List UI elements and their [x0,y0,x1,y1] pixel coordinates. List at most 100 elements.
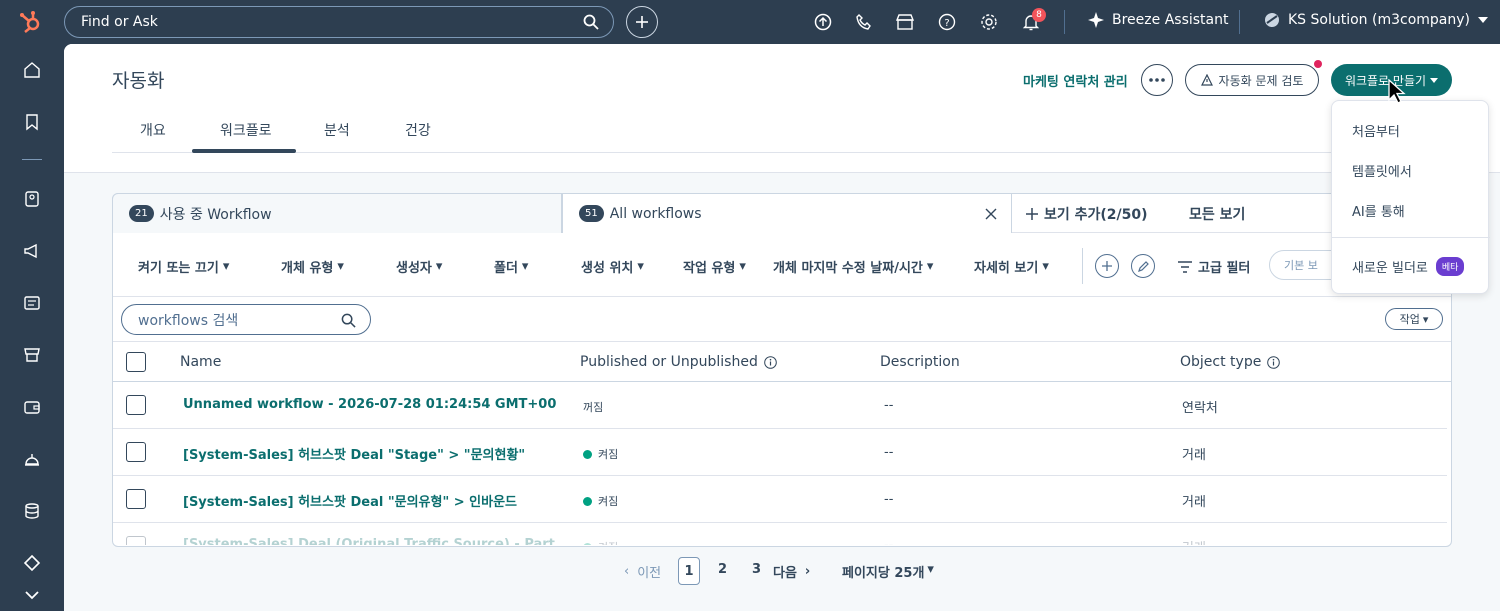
breeze-assistant-button[interactable]: Breeze Assistant [1088,12,1228,28]
info-icon[interactable] [1267,355,1281,369]
view-tab-all-workflows[interactable]: 51 All workflows [562,193,1012,233]
tab-overview[interactable]: 개요 [140,120,166,140]
column-label: Object type [1180,354,1262,370]
row-checkbox[interactable] [126,442,146,462]
per-page-selector[interactable]: 페이지당 25개 ▾ [842,562,934,581]
upgrade-icon[interactable] [811,10,835,34]
select-all-checkbox[interactable] [126,352,146,372]
page-1-button[interactable]: 1 [678,557,700,585]
filter-folder[interactable]: 폴더 ▾ [494,257,528,276]
menu-item-from-template[interactable]: 템플릿에서 [1352,161,1412,180]
filter-created-location[interactable]: 생성 위치 ▾ [581,257,644,276]
table-top-divider [113,341,1451,342]
status-cell: 켜짐 [583,539,618,545]
breeze-assistant-label: Breeze Assistant [1112,12,1229,28]
next-page-button[interactable]: 다음 › [773,562,810,581]
global-search-input[interactable]: Find or Ask [64,6,614,38]
manage-marketing-contacts-link[interactable]: 마케팅 연락처 관리 [1023,71,1128,90]
review-automation-issues-button[interactable]: 자동화 문제 검토 [1185,64,1319,96]
database-icon[interactable] [20,499,44,523]
search-icon[interactable] [583,14,599,30]
caret-down-icon: ▾ [1042,259,1049,274]
content-icon[interactable] [20,291,44,315]
table-row-clipped: [System-Sales] Deal (Original Traffic So… [113,523,1451,545]
marketing-megaphone-icon[interactable] [20,239,44,263]
menu-item-new-builder[interactable]: 새로운 빌더로 베타 [1352,257,1465,276]
filter-label: 켜기 또는 끄기 [138,261,219,276]
row-checkbox[interactable] [126,395,146,415]
bookmark-icon[interactable] [20,110,44,134]
filter-label: 개체 마지막 수정 날짜/시간 [773,261,923,276]
expand-chevron-icon[interactable] [20,583,44,607]
add-view-button[interactable]: 보기 추가(2/50) [1026,204,1148,224]
edit-pencil-icon[interactable] [1131,254,1155,278]
all-views-link[interactable]: 모든 보기 [1189,204,1245,224]
page-3-button[interactable]: 3 [752,562,761,577]
status-label: 켜짐 [598,539,618,545]
column-header-object-type[interactable]: Object type [1180,354,1281,370]
tab-analytics[interactable]: 분석 [324,120,350,140]
filter-created-by[interactable]: 생성자 ▾ [396,257,442,276]
filter-on-off[interactable]: 켜기 또는 끄기 ▾ [138,257,229,276]
tabs-divider [112,152,1452,153]
advanced-filters-button[interactable]: 고급 필터 [1178,257,1250,276]
commerce-icon[interactable] [20,343,44,367]
page-2-button[interactable]: 2 [718,562,727,577]
contacts-icon[interactable] [20,187,44,211]
filter-more[interactable]: 자세히 보기 ▾ [974,257,1049,276]
filters-divider [113,296,1451,297]
filter-last-modified[interactable]: 개체 마지막 수정 날짜/시간 ▾ [773,257,933,276]
workflow-name-link[interactable]: Unnamed workflow - 2026-07-28 01:24:54 G… [183,397,556,412]
workflow-name-link[interactable]: [System-Sales] 허브스팟 Deal "문의유형" > 인바운드 [183,491,517,510]
marketplace-icon[interactable] [893,10,917,34]
filter-action-type[interactable]: 작업 유형 ▾ [683,257,746,276]
status-on-dot [583,449,592,459]
previous-page-button[interactable]: ‹ 이전 [624,562,661,581]
row-checkbox[interactable] [126,489,146,509]
chevron-right-icon: › [804,564,811,579]
home-icon[interactable] [20,58,44,82]
account-menu[interactable]: KS Solution (m3company) [1264,12,1488,28]
menu-item-with-ai[interactable]: AI를 통해 [1352,201,1405,220]
search-icon[interactable] [341,313,356,328]
tab-workflows[interactable]: 워크플로 [220,120,272,140]
view-count-badge: 21 [129,205,154,222]
column-header-description[interactable]: Description [880,354,960,370]
add-filter-button[interactable] [1095,254,1119,278]
wallet-icon[interactable] [20,395,44,419]
view-tab-active-workflows[interactable]: 21 사용 중 Workflow [112,193,562,233]
filter-object-type[interactable]: 개체 유형 ▾ [281,257,344,276]
close-icon[interactable] [985,208,997,220]
actions-dropdown-button[interactable]: 작업 ▾ [1385,308,1443,330]
phone-icon[interactable] [852,10,876,34]
row-checkbox[interactable] [126,536,146,545]
column-header-published[interactable]: Published or Unpublished [580,354,777,370]
hubspot-logo-icon[interactable] [18,10,42,34]
help-icon[interactable]: ? [935,10,959,34]
info-icon[interactable] [764,355,777,369]
caret-down-icon: ▾ [337,259,344,274]
service-icon[interactable] [20,447,44,471]
advanced-filters-label: 고급 필터 [1198,261,1251,276]
main-content: 자동화 마케팅 연락처 관리 자동화 문제 검토 워크플로 만들기 개요 워크플… [64,44,1500,611]
quick-create-button[interactable] [626,6,658,38]
sparkle-icon [1088,12,1104,28]
caret-down-icon: ▾ [637,259,644,274]
create-workflow-dropdown: 처음부터 템플릿에서 AI를 통해 새로운 빌더로 베타 [1331,100,1490,294]
workflow-name-link[interactable]: [System-Sales] 허브스팟 Deal "Stage" > "문의현황… [183,444,525,463]
tab-health[interactable]: 건강 [405,120,431,140]
view-tab-label: 사용 중 Workflow [159,206,272,223]
filter-label: 작업 유형 [683,261,736,276]
column-header-name[interactable]: Name [180,354,221,370]
status-cell: 꺼짐 [583,399,603,415]
menu-divider [1332,237,1490,238]
more-options-button[interactable] [1141,64,1173,96]
review-automation-issues-label: 자동화 문제 검토 [1218,73,1304,88]
workflow-name-link[interactable]: [System-Sales] Deal (Original Traffic So… [183,537,555,545]
settings-gear-icon[interactable] [977,10,1001,34]
menu-item-from-scratch[interactable]: 처음부터 [1352,121,1400,140]
workflows-search-input[interactable]: workflows 검색 [121,304,371,335]
object-type-cell: 거래 [1182,537,1206,545]
svg-text:?: ? [944,18,949,29]
automation-diamond-icon[interactable] [20,551,44,575]
